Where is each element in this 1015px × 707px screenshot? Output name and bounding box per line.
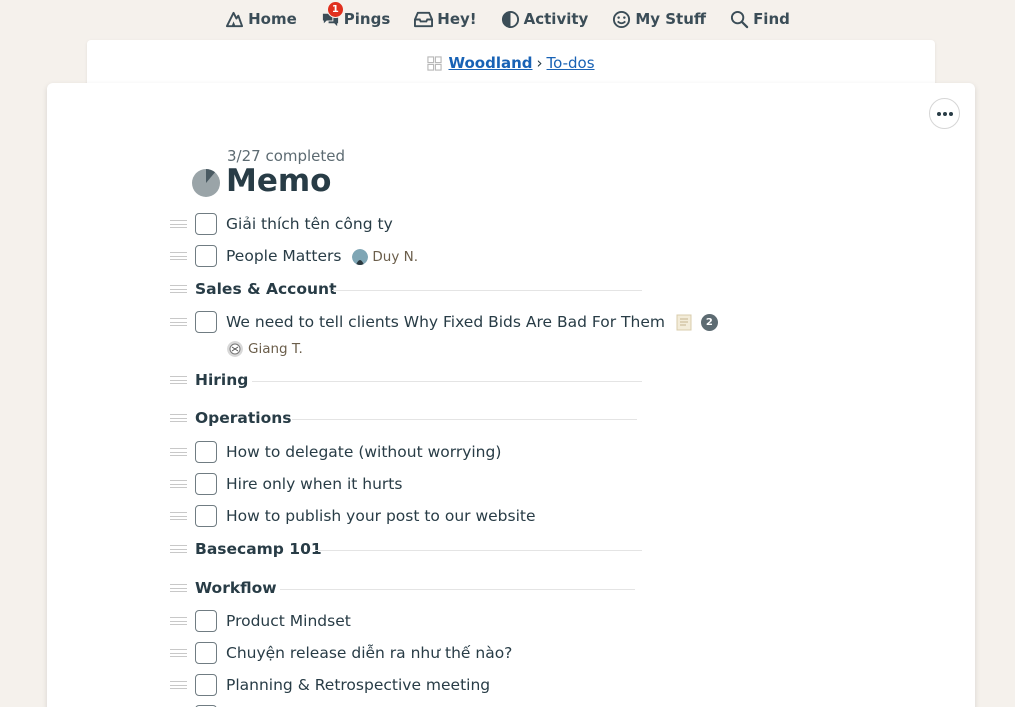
drag-handle-icon[interactable]: [170, 376, 187, 384]
breadcrumb-separator: ›: [536, 54, 543, 72]
drag-handle-icon[interactable]: [170, 318, 187, 326]
group-divider: [332, 290, 642, 291]
nav-find[interactable]: Find: [718, 10, 802, 29]
more-options-button[interactable]: [929, 98, 960, 129]
drag-handle-icon[interactable]: [170, 681, 187, 689]
drag-handle-icon[interactable]: [170, 414, 187, 422]
comment-count-badge: 2: [700, 314, 718, 331]
more-dot-icon: [936, 111, 941, 116]
todo-checkbox[interactable]: [195, 473, 217, 495]
more-dot-icon: [948, 111, 953, 116]
todo-item: People Matters Duy N.: [47, 244, 975, 270]
todo-group: Workflow: [47, 576, 975, 602]
todo-checkbox[interactable]: [195, 505, 217, 527]
nav-hey[interactable]: Hey!: [402, 10, 488, 29]
todo-label[interactable]: How to publish your post to our website: [226, 507, 536, 525]
nav-mystuff[interactable]: My Stuff: [600, 10, 718, 29]
drag-handle-icon[interactable]: [170, 285, 187, 293]
activity-icon: [501, 10, 519, 28]
todo-label[interactable]: Giải thích tên công ty: [226, 215, 393, 233]
group-title[interactable]: Sales & Account: [195, 280, 336, 298]
assignee[interactable]: Giang T.: [227, 341, 303, 357]
list-title: Memo: [226, 163, 332, 199]
search-icon: [731, 10, 749, 28]
drag-handle-icon[interactable]: [170, 584, 187, 592]
todo-checkbox[interactable]: [195, 213, 217, 235]
todo-checkbox[interactable]: [195, 674, 217, 696]
breadcrumb-todos-link[interactable]: To-dos: [547, 54, 595, 72]
todo-group: Basecamp 101: [47, 537, 975, 563]
todo-item: Chuyện release diễn ra như thế nào?: [47, 641, 975, 667]
group-divider: [280, 589, 635, 590]
group-title[interactable]: Hiring: [195, 371, 248, 389]
notes-icon: [676, 314, 692, 331]
todo-item: How to delegate (without worrying): [47, 440, 975, 466]
assignee[interactable]: Duy N.: [352, 248, 418, 265]
drag-handle-icon[interactable]: [170, 252, 187, 260]
group-divider: [292, 419, 637, 420]
smiley-icon: [613, 10, 631, 28]
todo-checkbox[interactable]: [195, 311, 217, 333]
more-dot-icon: [942, 111, 947, 116]
inbox-icon: [414, 11, 434, 27]
nav-hey-label: Hey!: [437, 10, 477, 28]
breadcrumb: Woodland › To-dos: [87, 40, 935, 86]
todo-group: Hiring: [47, 368, 975, 394]
nav-mystuff-label: My Stuff: [635, 10, 707, 28]
nav-pings-label: Pings: [343, 10, 391, 28]
todo-label[interactable]: How to delegate (without worrying): [226, 443, 501, 461]
drag-handle-icon[interactable]: [170, 512, 187, 520]
todo-label[interactable]: Chuyện release diễn ra như thế nào?: [226, 644, 512, 662]
group-title[interactable]: Workflow: [195, 579, 277, 597]
todo-label[interactable]: We need to tell clients Why Fixed Bids A…: [226, 313, 665, 331]
group-divider: [315, 550, 642, 551]
todo-group: Operations: [47, 406, 975, 432]
project-grid-icon: [427, 55, 443, 71]
nav-pings[interactable]: 1 Pings: [309, 0, 402, 29]
pings-badge: 1: [326, 0, 344, 18]
todo-list-card: 3/27 completed Memo Giải thích tên công …: [47, 83, 975, 707]
drag-handle-icon[interactable]: [170, 545, 187, 553]
todo-checkbox[interactable]: [195, 441, 217, 463]
todo-item: Giải thích tên công ty: [47, 212, 975, 238]
todo-label[interactable]: Hire only when it hurts: [226, 475, 402, 493]
todo-label[interactable]: People Matters: [226, 247, 341, 265]
group-title[interactable]: Operations: [195, 409, 292, 427]
drag-handle-icon[interactable]: [170, 480, 187, 488]
avatar: [352, 248, 369, 265]
group-divider: [252, 381, 642, 382]
todo-label[interactable]: Product Mindset: [226, 612, 351, 630]
todo-item: How to publish your post to our website: [47, 504, 975, 530]
todo-item: We need to tell clients Why Fixed Bids A…: [47, 310, 975, 360]
todo-item: Hire only when it hurts: [47, 472, 975, 498]
todo-label[interactable]: Planning & Retrospective meeting: [226, 676, 490, 694]
drag-handle-icon[interactable]: [170, 617, 187, 625]
nav-activity[interactable]: Activity: [489, 10, 601, 29]
assignee-name: Giang T.: [248, 341, 303, 357]
progress-pie-icon: [192, 169, 220, 197]
nav-home-label: Home: [248, 10, 297, 28]
todo-checkbox[interactable]: [195, 610, 217, 632]
nav-home[interactable]: Home: [213, 10, 309, 29]
drag-handle-icon[interactable]: [170, 448, 187, 456]
nav-find-label: Find: [753, 10, 790, 28]
drag-handle-icon[interactable]: [170, 649, 187, 657]
todo-item: Product Mindset: [47, 609, 975, 635]
todo-item: Planning & Retrospective meeting: [47, 673, 975, 699]
drag-handle-icon[interactable]: [170, 220, 187, 228]
nav-activity-label: Activity: [523, 10, 589, 28]
todo-checkbox[interactable]: [195, 245, 217, 267]
avatar: [227, 341, 243, 357]
todo-checkbox[interactable]: [195, 642, 217, 664]
todo-group: Sales & Account: [47, 277, 975, 303]
top-nav: Home 1 Pings Hey! Activity My Stuff Find: [0, 0, 1015, 38]
breadcrumb-project-link[interactable]: Woodland: [448, 54, 532, 72]
home-icon: [226, 11, 244, 27]
group-title[interactable]: Basecamp 101: [195, 540, 322, 558]
assignee-name: Duy N.: [372, 248, 418, 265]
